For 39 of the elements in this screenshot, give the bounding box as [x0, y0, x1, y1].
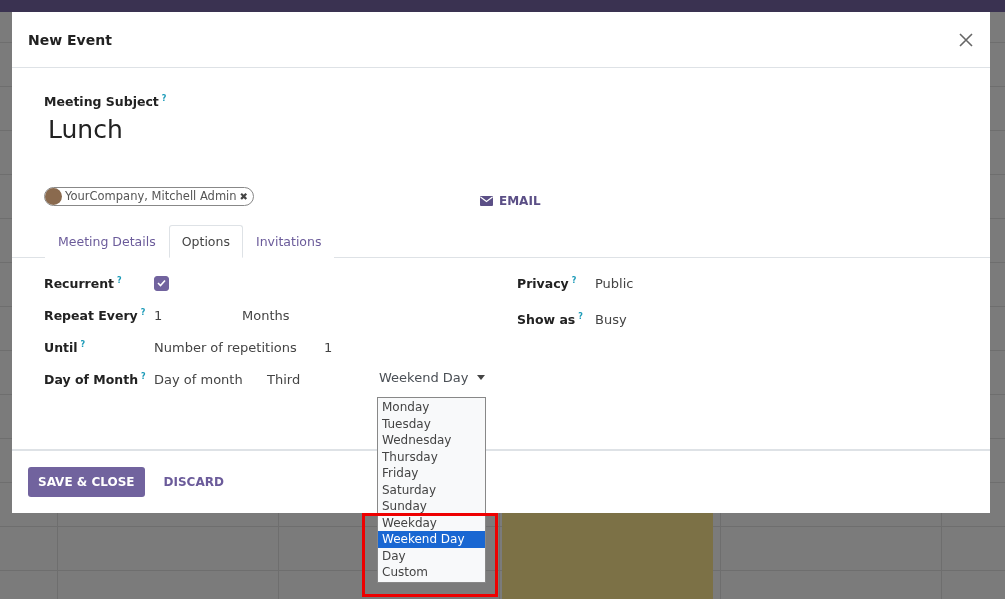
end-type-select[interactable]: Number of repetitions: [154, 339, 324, 355]
email-button[interactable]: EMAIL: [480, 194, 541, 209]
dropdown-option[interactable]: Saturday: [378, 481, 485, 498]
save-close-button[interactable]: SAVE & CLOSE: [28, 467, 145, 497]
field-label: Repeat Every: [44, 308, 138, 323]
dropdown-option[interactable]: Friday: [378, 465, 485, 482]
dropdown-option[interactable]: Day: [378, 547, 485, 564]
field-label: Until: [44, 340, 78, 355]
interval-field[interactable]: 1: [154, 307, 242, 323]
dropdown-option[interactable]: Weekend Day: [378, 531, 485, 548]
close-icon[interactable]: [958, 31, 974, 48]
dropdown-option[interactable]: Monday: [378, 399, 485, 416]
count-field[interactable]: 1: [324, 339, 333, 355]
field-label: Recurrent: [44, 276, 115, 291]
avatar-icon: [45, 187, 62, 205]
dropdown-option[interactable]: Tuesday: [378, 415, 485, 432]
recurrent-checkbox[interactable]: [154, 275, 169, 291]
field-label: Meeting Subject: [44, 94, 159, 110]
field-label: Privacy: [517, 276, 569, 291]
envelope-icon: [480, 196, 493, 207]
position-select[interactable]: Third: [267, 371, 379, 387]
month-by-select[interactable]: Day of month: [154, 371, 267, 387]
unit-select[interactable]: Months: [242, 307, 290, 323]
remove-icon[interactable]: ✖: [239, 190, 248, 202]
tab[interactable]: Options: [168, 225, 243, 259]
field-label: Day of Month: [44, 372, 139, 387]
check-icon: [157, 279, 166, 288]
dropdown-option[interactable]: Wednesday: [378, 432, 485, 449]
dialog-title: New Event: [28, 31, 112, 48]
show-as-select[interactable]: Busy: [595, 311, 627, 327]
dropdown-option[interactable]: Thursday: [378, 448, 485, 465]
discard-button[interactable]: DISCARD: [157, 467, 230, 497]
subject-input[interactable]: Lunch: [48, 115, 958, 145]
privacy-select[interactable]: Public: [595, 275, 634, 291]
weekday-select[interactable]: Weekend Day: [379, 370, 485, 389]
field-label: Show as: [517, 312, 576, 327]
caret-icon: [477, 375, 485, 381]
dropdown-option[interactable]: Sunday: [378, 498, 485, 515]
dropdown-option[interactable]: Custom: [378, 564, 485, 581]
